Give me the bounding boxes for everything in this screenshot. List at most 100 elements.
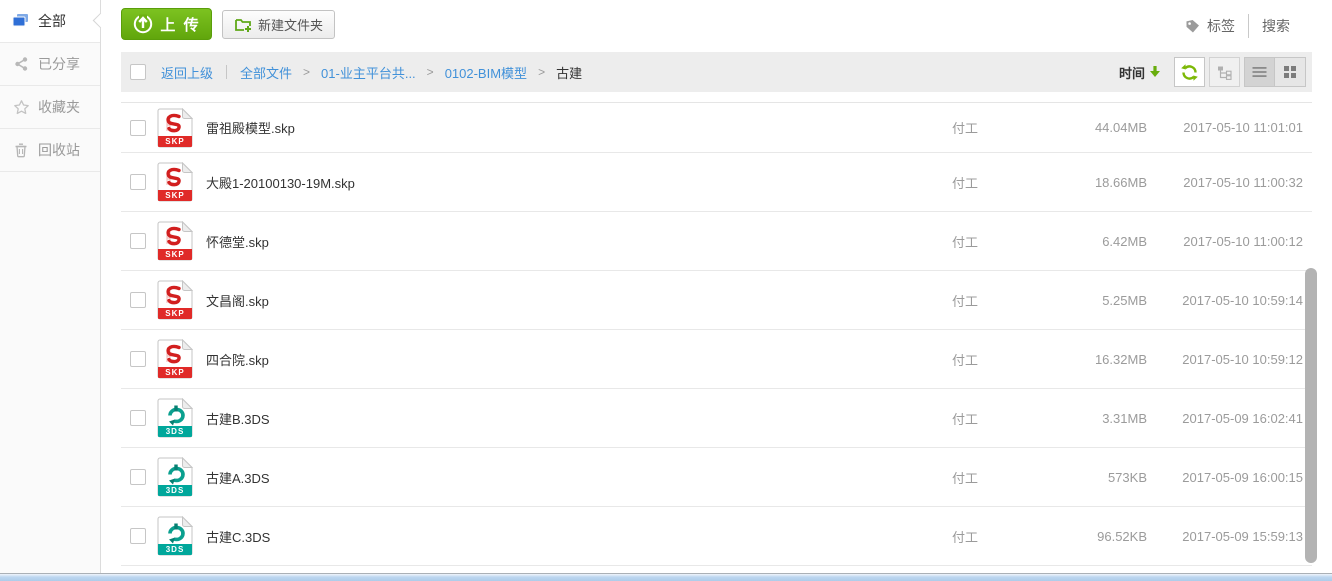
file-name[interactable]: 古建A.3DS <box>206 468 952 487</box>
file-row[interactable]: SKP 文昌阁.skp 付工 5.25MB 2017-05-10 10:59:1… <box>121 271 1312 330</box>
file-uploader: 付工 <box>952 234 979 250</box>
file-row[interactable]: SKP 怀德堂.skp 付工 6.42MB 2017-05-10 11:00:1… <box>121 212 1312 271</box>
breadcrumb-link[interactable]: 全部文件 <box>240 63 292 82</box>
file-name[interactable]: 古建C.3DS <box>206 527 952 546</box>
file-list: SKP 雷祖殿模型.skp 付工 44.04MB 2017-05-10 11:0… <box>121 102 1312 566</box>
breadcrumb-separator: > <box>426 65 434 79</box>
file-row[interactable]: SKP 大殿1-20100130-19M.skp 付工 18.66MB 2017… <box>121 153 1312 212</box>
tree-view-icon <box>1217 65 1233 80</box>
file-badge: SKP <box>158 249 192 260</box>
new-folder-icon <box>234 17 252 33</box>
row-checkbox[interactable] <box>130 469 146 485</box>
vertical-scrollbar-thumb[interactable] <box>1305 268 1317 563</box>
refresh-button[interactable] <box>1174 57 1205 87</box>
content-area: 上 传 新建文件夹 标签 搜索 返回上级 全部文件 > 01-业主平台共... … <box>101 0 1332 573</box>
sidebar: 全部 已分享 收藏夹 回收站 <box>0 0 101 573</box>
star-icon <box>12 98 30 116</box>
file-uploader: 付工 <box>952 529 979 545</box>
row-checkbox[interactable] <box>130 410 146 426</box>
file-uploader: 付工 <box>952 175 979 191</box>
new-folder-button-label: 新建文件夹 <box>258 18 324 33</box>
file-date: 2017-05-09 15:59:13 <box>1182 528 1303 544</box>
file-uploader: 付工 <box>952 352 979 368</box>
grid-view-button[interactable] <box>1275 57 1306 87</box>
toolbar: 上 传 新建文件夹 标签 搜索 <box>101 0 1332 52</box>
file-name[interactable]: 怀德堂.skp <box>206 232 952 251</box>
file-row[interactable]: 3DS 古建C.3DS 付工 96.52KB 2017-05-09 15:59:… <box>121 507 1312 566</box>
file-date: 2017-05-10 11:00:32 <box>1183 174 1303 190</box>
file-row[interactable]: SKP 雷祖殿模型.skp 付工 44.04MB 2017-05-10 11:0… <box>121 103 1312 153</box>
upload-icon <box>132 13 154 35</box>
row-checkbox[interactable] <box>130 528 146 544</box>
select-all-checkbox[interactable] <box>130 64 146 80</box>
search-label: 搜索 <box>1262 18 1290 34</box>
file-name[interactable]: 四合院.skp <box>206 350 952 369</box>
file-type-icon: 3DS <box>157 516 193 556</box>
file-date: 2017-05-09 16:00:15 <box>1182 469 1303 485</box>
breadcrumb-separator: > <box>538 65 546 79</box>
file-type-icon: SKP <box>157 221 193 261</box>
file-uploader: 付工 <box>952 411 979 427</box>
back-to-parent-link[interactable]: 返回上级 <box>161 63 213 82</box>
tags-button[interactable]: 标签 <box>1184 16 1235 36</box>
folders-icon <box>12 12 30 30</box>
file-date: 2017-05-10 10:59:14 <box>1182 292 1303 308</box>
file-type-icon: SKP <box>157 162 193 202</box>
sort-by-time-button[interactable]: 时间 <box>1119 63 1160 82</box>
list-view-button[interactable] <box>1244 57 1275 87</box>
sort-desc-arrow-icon <box>1150 66 1160 78</box>
file-size: 16.32MB <box>1094 351 1147 367</box>
file-badge: 3DS <box>158 426 192 437</box>
breadcrumb-link[interactable]: 0102-BIM模型 <box>445 63 527 82</box>
upload-button[interactable]: 上 传 <box>121 8 212 40</box>
file-type-icon: SKP <box>157 280 193 320</box>
row-checkbox[interactable] <box>130 292 146 308</box>
file-uploader: 付工 <box>952 470 979 486</box>
row-checkbox[interactable] <box>130 174 146 190</box>
breadcrumb-separator: > <box>303 65 311 79</box>
trash-icon <box>12 141 30 159</box>
sidebar-item-label: 收藏夹 <box>38 99 80 115</box>
breadcrumb-link[interactable]: 01-业主平台共... <box>321 63 416 82</box>
row-checkbox[interactable] <box>130 119 146 136</box>
search-button[interactable]: 搜索 <box>1262 16 1290 36</box>
refresh-icon <box>1180 63 1199 82</box>
file-type-icon: SKP <box>157 107 193 148</box>
tags-label: 标签 <box>1207 18 1235 34</box>
file-badge: SKP <box>158 135 192 147</box>
file-size: 44.04MB <box>1094 120 1147 135</box>
file-uploader: 付工 <box>952 121 979 136</box>
file-row[interactable]: SKP 四合院.skp 付工 16.32MB 2017-05-10 10:59:… <box>121 330 1312 389</box>
row-checkbox[interactable] <box>130 233 146 249</box>
file-date: 2017-05-09 16:02:41 <box>1182 410 1303 426</box>
sidebar-item-favorites[interactable]: 收藏夹 <box>0 86 100 129</box>
file-name[interactable]: 雷祖殿模型.skp <box>206 118 952 137</box>
sidebar-item-label: 回收站 <box>38 142 80 158</box>
file-type-icon: 3DS <box>157 457 193 497</box>
file-name[interactable]: 古建B.3DS <box>206 409 952 428</box>
sidebar-item-recycle[interactable]: 回收站 <box>0 129 100 172</box>
sort-label: 时间 <box>1118 65 1145 81</box>
file-date: 2017-05-10 10:59:12 <box>1182 351 1303 367</box>
pathbar-divider <box>226 65 228 79</box>
row-checkbox[interactable] <box>130 351 146 367</box>
file-date: 2017-05-10 11:00:12 <box>1183 233 1303 249</box>
upload-button-label: 上 传 <box>160 16 201 34</box>
file-row[interactable]: 3DS 古建A.3DS 付工 573KB 2017-05-09 16:00:15 <box>121 448 1312 507</box>
file-name[interactable]: 文昌阁.skp <box>206 291 952 310</box>
file-type-icon: SKP <box>157 339 193 379</box>
window-bottom-edge <box>0 573 1332 581</box>
tree-view-button[interactable] <box>1209 57 1240 87</box>
file-size: 3.31MB <box>1102 410 1147 426</box>
grid-view-icon <box>1283 65 1297 79</box>
new-folder-button[interactable]: 新建文件夹 <box>222 10 336 39</box>
tag-icon <box>1184 18 1201 35</box>
file-size: 6.42MB <box>1102 233 1147 249</box>
file-name[interactable]: 大殿1-20100130-19M.skp <box>206 173 952 192</box>
path-bar: 返回上级 全部文件 >01-业主平台共... >0102-BIM模型 > 古建 时间 <box>121 52 1312 92</box>
file-size: 573KB <box>1107 469 1147 485</box>
file-date: 2017-05-10 11:01:01 <box>1183 120 1303 135</box>
sidebar-item-shared[interactable]: 已分享 <box>0 43 100 86</box>
file-row[interactable]: 3DS 古建B.3DS 付工 3.31MB 2017-05-09 16:02:4… <box>121 389 1312 448</box>
sidebar-item-all[interactable]: 全部 <box>0 0 100 43</box>
